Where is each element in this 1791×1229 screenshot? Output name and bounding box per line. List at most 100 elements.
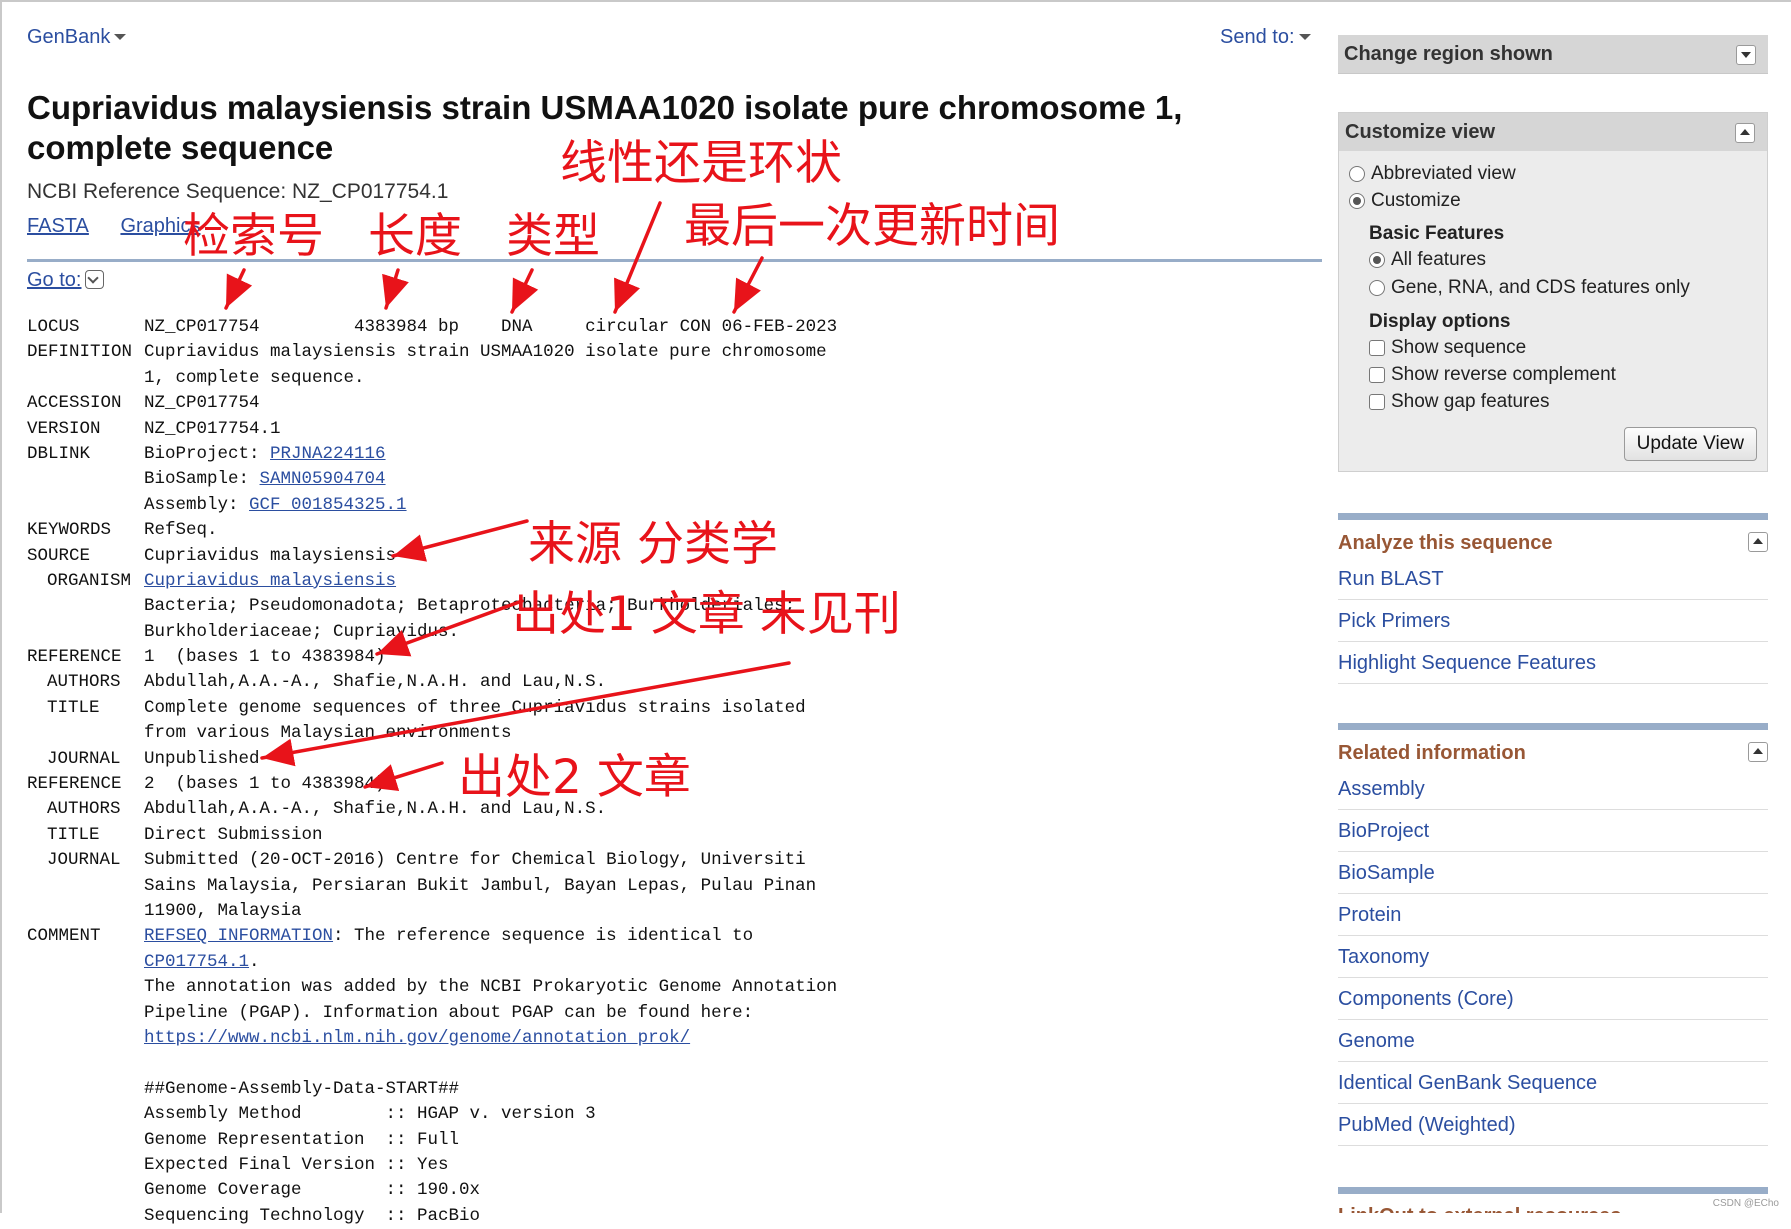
collapse-icon[interactable]: [1748, 532, 1768, 552]
flatfile-key: [27, 950, 144, 975]
chevron-down-icon: [114, 34, 127, 40]
collapse-icon[interactable]: [1748, 742, 1768, 762]
flatfile-line: REFERENCE 1 (bases 1 to 4383984): [27, 645, 847, 670]
flatfile-text: ##Genome-Assembly-Data-START##: [144, 1078, 460, 1099]
checkbox-icon: [1369, 367, 1385, 383]
related-item-biosample[interactable]: BioSample: [1338, 852, 1768, 894]
database-menu[interactable]: GenBank: [27, 26, 127, 49]
flatfile-line: Assembly: GCF_001854325.1: [27, 493, 847, 518]
flatfile-link[interactable]: GCF_001854325.1: [249, 495, 407, 515]
flatfile-line: from various Malaysian environments: [27, 721, 847, 746]
flatfile-text: 2 (bases 1 to 4383984): [144, 774, 386, 795]
flatfile-value: from various Malaysian environments: [144, 721, 512, 746]
flatfile-text: NZ_CP017754 4383984 bp DNA circular CON …: [144, 317, 838, 337]
collapse-icon[interactable]: [1735, 123, 1755, 143]
related-item-bioproject[interactable]: BioProject: [1338, 810, 1768, 852]
database-menu-label: GenBank: [27, 26, 111, 48]
chevron-down-icon: [1298, 34, 1311, 40]
flatfile-key: [27, 1178, 144, 1203]
flatfile-key: [27, 1204, 144, 1229]
flatfile-link[interactable]: Cupriavidus malaysiensis: [144, 571, 396, 591]
flatfile-key: DBLINK: [27, 443, 91, 464]
related-title-text: Related information: [1338, 742, 1526, 764]
flatfile-value: Assembly: GCF_001854325.1: [144, 493, 407, 518]
flatfile-text: Genome Coverage :: 190.0x: [144, 1180, 481, 1201]
flatfile-link[interactable]: PRJNA224116: [270, 444, 386, 464]
basic-features-heading: Basic Features: [1369, 223, 1505, 244]
chevron-down-icon[interactable]: [85, 270, 105, 289]
related-item-assembly[interactable]: Assembly: [1338, 768, 1768, 810]
fasta-link[interactable]: FASTA: [27, 215, 89, 237]
watermark: CSDN @ECho: [1712, 1198, 1779, 1209]
show-gap-checkbox[interactable]: Show gap features: [1369, 391, 1549, 413]
expand-icon[interactable]: [1736, 45, 1756, 65]
flatfile-value: BioSample: SAMN05904704: [144, 467, 386, 492]
flatfile-value: 1 (bases 1 to 4383984): [144, 645, 386, 670]
related-item-components[interactable]: Components (Core): [1338, 978, 1768, 1020]
flatfile-text: Pipeline (PGAP). Information about PGAP …: [144, 1002, 754, 1023]
goto-menu[interactable]: Go to:: [27, 269, 105, 292]
flatfile-link[interactable]: REFSEQ INFORMATION: [144, 926, 333, 946]
linkout-title[interactable]: LinkOut to external resources: [1338, 1205, 1621, 1213]
flatfile-value: Unpublished: [144, 747, 260, 772]
flatfile-text: Unpublished: [144, 748, 260, 769]
annotation-ref1: 出处1 文章 未见刊: [512, 587, 901, 642]
gene-rna-cds-radio[interactable]: Gene, RNA, and CDS features only: [1369, 277, 1690, 299]
show-reverse-checkbox[interactable]: Show reverse complement: [1369, 364, 1616, 386]
radio-icon: [1349, 166, 1365, 182]
flatfile-value: Genome Representation :: Full: [144, 1128, 459, 1153]
flatfile-key: [27, 1026, 144, 1051]
highlight-features-link[interactable]: Highlight Sequence Features: [1338, 642, 1768, 684]
run-blast-link[interactable]: Run BLAST: [1338, 558, 1768, 600]
related-title: Related information: [1338, 742, 1768, 768]
flatfile-link[interactable]: https://www.ncbi.nlm.nih.gov/genome/anno…: [144, 1028, 690, 1048]
arrow-topology: [613, 201, 662, 314]
flatfile-value: Cupriavidus malaysiensis strain USMAA102…: [144, 340, 827, 365]
flatfile-value: Burkholderiaceae; Cupriavidus.: [144, 620, 459, 645]
related-item-protein[interactable]: Protein: [1338, 894, 1768, 936]
change-region-title: Change region shown: [1344, 43, 1553, 65]
flatfile-text: Cupriavidus malaysiensis strain USMAA102…: [144, 342, 827, 363]
goto-link[interactable]: Go to:: [27, 269, 81, 291]
related-item-identical-genbank[interactable]: Identical GenBank Sequence: [1338, 1062, 1768, 1104]
flatfile-line: TITLE Direct Submission: [27, 823, 847, 848]
related-item-taxonomy[interactable]: Taxonomy: [1338, 936, 1768, 978]
customize-radio[interactable]: Customize: [1349, 190, 1461, 212]
flatfile-link[interactable]: CP017754.1: [144, 952, 249, 972]
flatfile-line: ##Genome-Assembly-Data-START##: [27, 1077, 847, 1102]
flatfile-key: [27, 1102, 144, 1127]
window-border-left: [0, 0, 2, 1213]
change-region-header[interactable]: Change region shown: [1338, 35, 1768, 74]
show-sequence-checkbox[interactable]: Show sequence: [1369, 337, 1526, 359]
flatfile-key: [27, 1001, 144, 1026]
flatfile-text: : The reference sequence is identical to: [333, 926, 754, 947]
flatfile-value: NZ_CP017754 4383984 bp DNA circular CON …: [144, 315, 837, 340]
customize-view-header[interactable]: Customize view: [1339, 113, 1767, 151]
all-features-radio[interactable]: All features: [1369, 249, 1486, 271]
flatfile-link[interactable]: SAMN05904704: [260, 469, 386, 489]
flatfile-line: https://www.ncbi.nlm.nih.gov/genome/anno…: [27, 1026, 847, 1051]
pick-primers-link[interactable]: Pick Primers: [1338, 600, 1768, 642]
send-to-menu[interactable]: Send to:: [1220, 26, 1311, 49]
flatfile-line: TITLE Complete genome sequences of three …: [27, 696, 847, 721]
flatfile-key: COMMENT: [27, 926, 101, 947]
flatfile-text: Burkholderiaceae; Cupriavidus.: [144, 621, 460, 642]
flatfile-line: Expected Final Version :: Yes: [27, 1153, 847, 1178]
flatfile-key: [27, 493, 144, 518]
update-view-button[interactable]: Update View: [1623, 427, 1757, 461]
related-item-pubmed[interactable]: PubMed (Weighted): [1338, 1104, 1768, 1146]
show-sequence-label: Show sequence: [1391, 337, 1527, 358]
flatfile-key: [27, 1077, 144, 1102]
flatfile-line: Assembly Method :: HGAP v. version 3: [27, 1102, 847, 1127]
related-item-genome[interactable]: Genome: [1338, 1020, 1768, 1062]
flatfile-key: [27, 1153, 144, 1178]
flatfile-line: Sequencing Technology :: PacBio: [27, 1204, 847, 1229]
flatfile-line: 11900, Malaysia: [27, 899, 847, 924]
flatfile-text: from various Malaysian environments: [144, 723, 512, 744]
flatfile-text: Assembly:: [144, 494, 250, 515]
abbreviated-view-radio[interactable]: Abbreviated view: [1349, 163, 1516, 185]
annotation-type: 类型: [506, 209, 600, 264]
flatfile-key: TITLE: [47, 697, 100, 718]
flatfile-value: REFSEQ INFORMATION: The reference sequen…: [144, 924, 753, 949]
annotation-length: 长度: [368, 209, 462, 264]
